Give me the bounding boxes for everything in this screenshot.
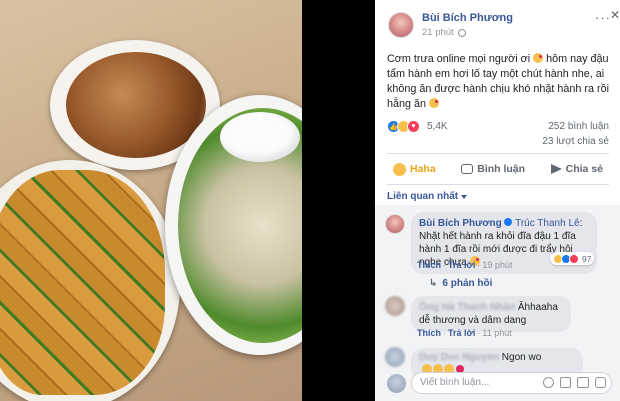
- like-link[interactable]: Thích: [417, 328, 441, 338]
- comment-label: Bình luận: [477, 163, 526, 175]
- reply-arrow-icon: ↳: [429, 278, 438, 289]
- post-panel: Bùi Bích Phương 21 phút ··· ✕ Cơm trưa o…: [375, 0, 620, 401]
- love-icon: [569, 253, 579, 264]
- comment-time[interactable]: 11 phút: [482, 328, 511, 338]
- replies-count: 6 phản hồi: [442, 278, 493, 289]
- camera-icon[interactable]: [560, 377, 571, 388]
- more-icon[interactable]: ···: [595, 10, 611, 25]
- share-label: Chia sẻ: [565, 163, 603, 175]
- comment-count[interactable]: 252 bình luận: [548, 121, 609, 132]
- soup-spoon: [220, 112, 300, 162]
- post-text-part1: Cơm trưa online mọi người ơi: [387, 53, 531, 65]
- caret-down-icon: [461, 194, 468, 199]
- haha-icon: [393, 162, 406, 176]
- share-count[interactable]: 23 lượt chia sẻ: [387, 136, 609, 147]
- comment-reaction-count: 97: [582, 253, 592, 264]
- comment-mention[interactable]: Trúc Thanh Lê: [515, 218, 579, 229]
- like-link[interactable]: Thích: [417, 260, 441, 270]
- comment-icon: [461, 164, 474, 174]
- divider: [387, 153, 609, 154]
- reaction-count[interactable]: 5,4K: [427, 121, 448, 132]
- share-button[interactable]: Chia sẻ: [545, 163, 609, 175]
- view-replies-link[interactable]: ↳ 6 phản hồi: [429, 278, 492, 289]
- comment-text: Ngon wo: [501, 352, 542, 363]
- globe-icon: [457, 28, 466, 37]
- author-name[interactable]: Bùi Bích Phương: [422, 12, 513, 24]
- comment-button[interactable]: Bình luận: [455, 163, 531, 175]
- comment-sort-dropdown[interactable]: Liên quan nhất: [387, 191, 468, 202]
- sticker-icon[interactable]: [595, 377, 606, 388]
- write-comment-box: Viết bình luận...: [387, 372, 612, 394]
- comment-bubble: Ông Hà Thanh Nhàn Ăhhaaha dễ thương và d…: [411, 296, 571, 332]
- haha-label: Haha: [410, 163, 436, 175]
- close-icon[interactable]: ✕: [610, 8, 620, 22]
- comment-meta: Thích · Trả lời · 19 phút: [417, 260, 513, 270]
- love-icon: ♥: [407, 120, 420, 133]
- commenter-name[interactable]: Bùi Bích Phương: [419, 218, 502, 229]
- comment-time[interactable]: 19 phút: [482, 260, 512, 270]
- action-bar: Haha Bình luận Chia sẻ: [387, 158, 609, 180]
- post-photo[interactable]: [0, 0, 302, 401]
- reaction-icons[interactable]: 👍 ♥: [387, 120, 420, 133]
- author-avatar[interactable]: [388, 12, 414, 38]
- kiss-emoji-icon: [533, 53, 544, 63]
- emoji-icon[interactable]: [543, 377, 554, 388]
- commenter-name[interactable]: Ông Hà Thanh Nhàn: [419, 302, 515, 313]
- post-text: Cơm trưa online mọi người ơi hôm nay đậu…: [387, 52, 611, 112]
- fried-tofu-with-scallions: [0, 170, 165, 395]
- fried-pork: [66, 52, 206, 158]
- my-avatar: [387, 374, 406, 393]
- reply-link[interactable]: Trả lời: [448, 260, 475, 270]
- comment-meta: Thích · Trả lời · 11 phút: [417, 328, 512, 338]
- comment-reactions[interactable]: 97: [550, 252, 595, 265]
- share-icon: [550, 164, 562, 174]
- gif-icon[interactable]: [577, 377, 589, 388]
- post-time[interactable]: 21 phút: [422, 27, 454, 38]
- commenter-avatar[interactable]: [385, 296, 405, 316]
- verified-icon: [504, 218, 513, 226]
- commenter-avatar[interactable]: [385, 347, 405, 367]
- post-time-row: 21 phút: [422, 27, 466, 38]
- divider: [387, 184, 609, 185]
- haha-button[interactable]: Haha: [387, 162, 442, 176]
- reply-link[interactable]: Trả lời: [448, 328, 475, 338]
- comment-sort-label: Liên quan nhất: [387, 191, 459, 202]
- commenter-name[interactable]: Duy Duc Nguyen: [419, 352, 499, 363]
- reactions-summary: 👍 ♥ 5,4K 252 bình luận: [387, 120, 609, 134]
- kiss-emoji-icon: [429, 98, 440, 108]
- comment-tools: [543, 377, 606, 388]
- post-header: Bùi Bích Phương 21 phút ··· ✕: [375, 0, 620, 40]
- commenter-avatar[interactable]: [385, 214, 405, 234]
